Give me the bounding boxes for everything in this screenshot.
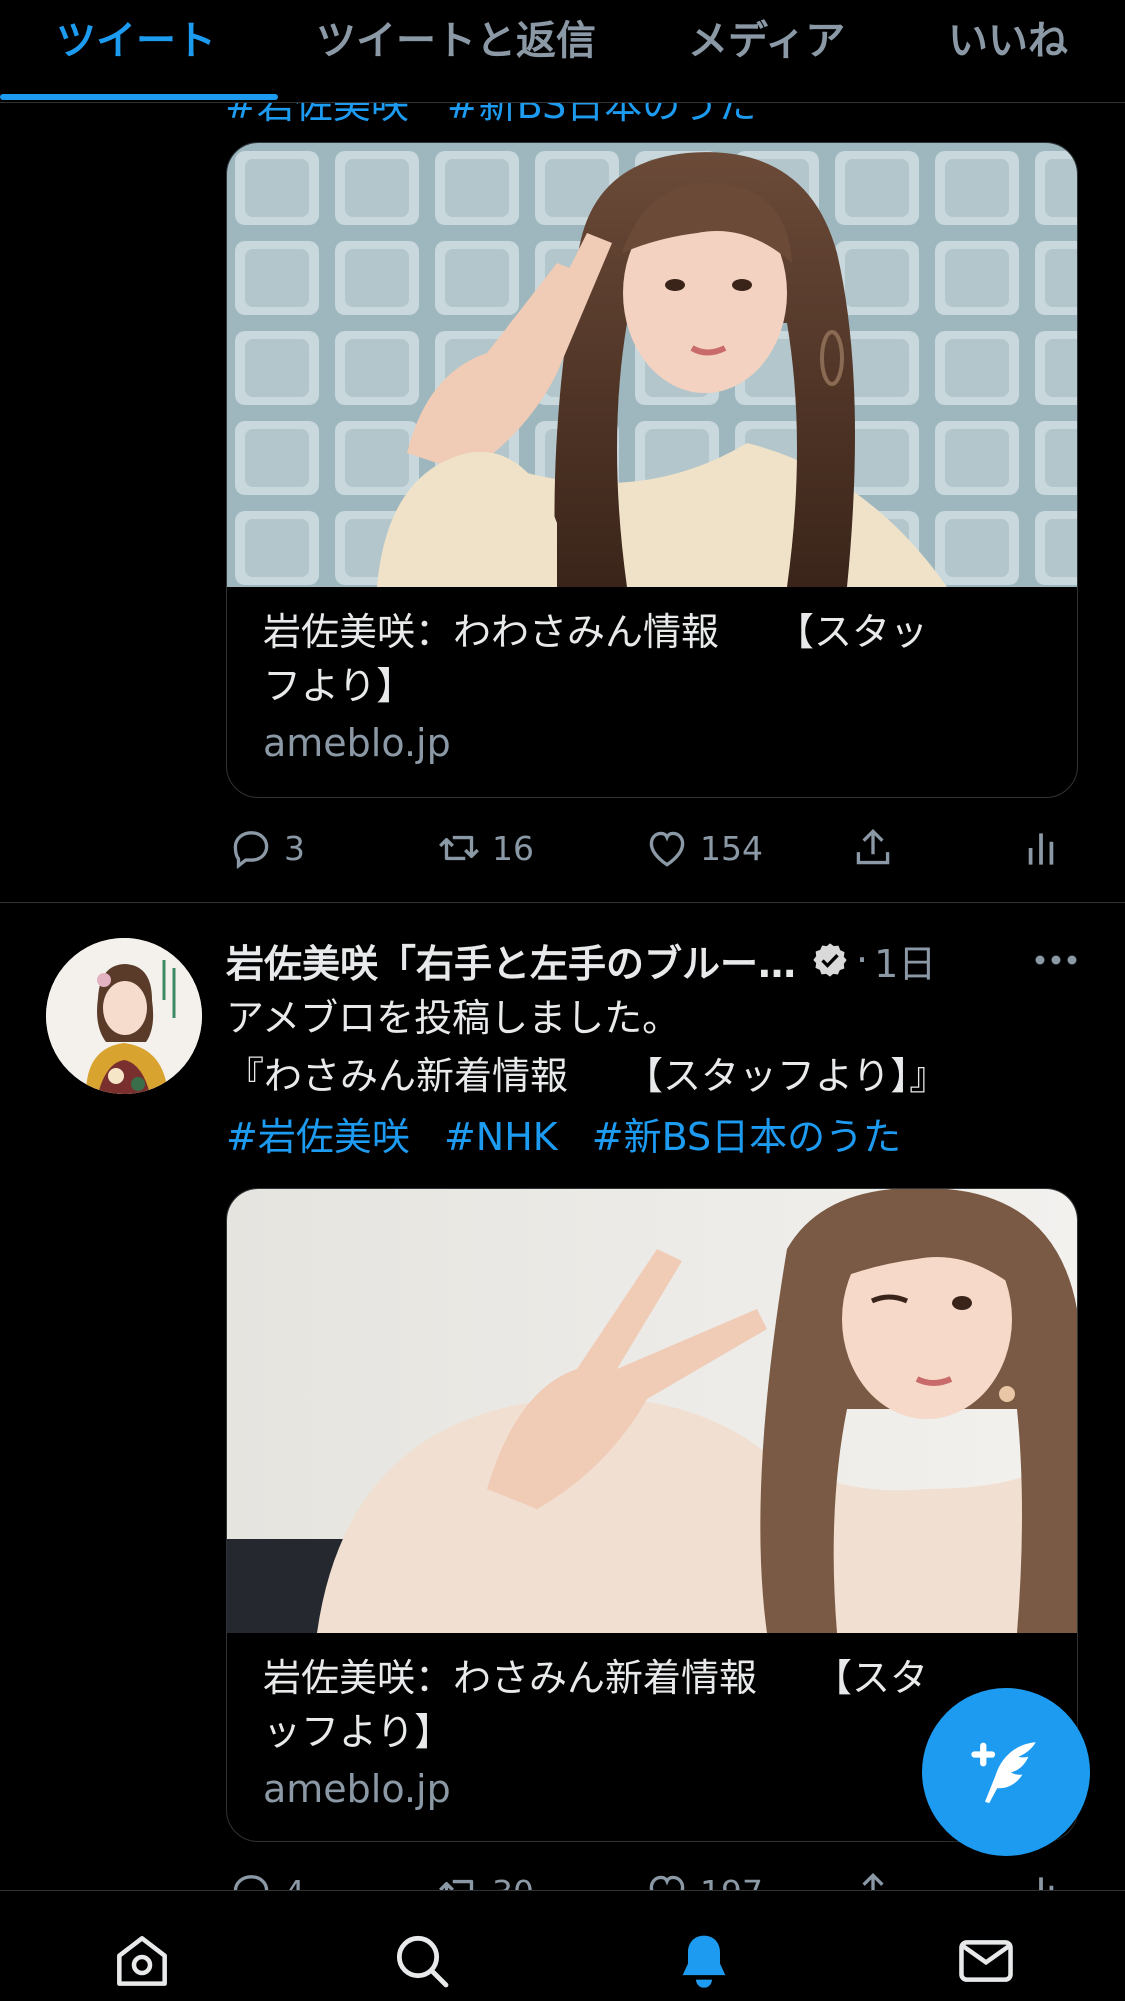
reply-count: 3: [284, 828, 305, 868]
tab-tweets-and-replies[interactable]: ツイートと返信: [316, 8, 596, 66]
profile-tabs: ツイート ツイートと返信 メディア いいね: [0, 0, 1125, 103]
tab-media[interactable]: メディア: [688, 8, 845, 66]
reply-button[interactable]: 3: [226, 818, 305, 878]
retweet-button[interactable]: 16: [434, 818, 534, 878]
separator-dot: ·: [856, 938, 869, 982]
retweet-count: 16: [492, 828, 534, 868]
author-name[interactable]: 岩佐美咲「右手と左手のブルー…: [226, 933, 796, 988]
photo-icon: [227, 1189, 1077, 1633]
avatar[interactable]: [46, 938, 202, 1094]
more-options-button[interactable]: [1034, 930, 1078, 990]
analytics-button[interactable]: [1016, 818, 1066, 878]
tweet1-card-image[interactable]: [227, 143, 1077, 587]
active-tab-indicator: [0, 94, 278, 100]
messages-icon[interactable]: [954, 1929, 1018, 1993]
home-icon[interactable]: [110, 1929, 174, 1993]
tweet2-text-line1: アメブロを投稿しました。: [226, 996, 681, 1040]
search-icon[interactable]: [390, 1929, 454, 1993]
verified-badge-icon: [813, 943, 847, 977]
tweet1-actions: 3 16 154: [226, 818, 1076, 878]
hashtag-link[interactable]: #NHK: [444, 1115, 558, 1159]
tab-tweets[interactable]: ツイート: [56, 8, 216, 66]
reply-icon: [233, 831, 269, 870]
share-icon: [856, 828, 890, 865]
retweet-icon: [439, 835, 479, 861]
compose-tweet-button[interactable]: [922, 1688, 1090, 1856]
bottom-navigation: [0, 1890, 1125, 2001]
photo-icon: [227, 143, 1077, 587]
notifications-icon[interactable]: [672, 1929, 736, 1993]
tweet2-card-image[interactable]: [227, 1189, 1077, 1633]
tweet1-link-card[interactable]: 岩佐美咲：わわさみん情報 【スタッ フより】 ameblo.jp: [226, 142, 1078, 798]
compose-feather-icon: [971, 1742, 1036, 1804]
like-button[interactable]: 154: [642, 818, 763, 878]
tweet1-card-title: 岩佐美咲：わわさみん情報 【スタッ フより】: [263, 610, 929, 708]
avatar-photo-icon: [46, 938, 202, 1094]
tweet2-header: 岩佐美咲「右手と左手のブルー… · 1日: [226, 930, 1096, 990]
tweet2-hashtags: #岩佐美咲 #NHK #新BS日本のうた: [226, 1106, 923, 1161]
share-button[interactable]: [848, 818, 898, 878]
tweet-divider: [0, 902, 1125, 903]
tab-likes[interactable]: いいね: [948, 8, 1068, 66]
analytics-icon: [1028, 833, 1054, 865]
like-count: 154: [700, 828, 763, 868]
more-icon: [1035, 955, 1077, 965]
tweet-time[interactable]: 1日: [874, 933, 936, 988]
hashtag-link[interactable]: #岩佐美咲: [226, 1115, 410, 1159]
hashtag-link[interactable]: #新BS日本のうた: [592, 1115, 901, 1159]
heart-icon: [649, 831, 685, 867]
tweet1-card-domain: ameblo.jp: [263, 721, 451, 765]
tweet2-card-domain: ameblo.jp: [263, 1767, 451, 1811]
tweet2-text-line2: 『わさみん新着情報 【スタッフより】』: [226, 1054, 948, 1098]
